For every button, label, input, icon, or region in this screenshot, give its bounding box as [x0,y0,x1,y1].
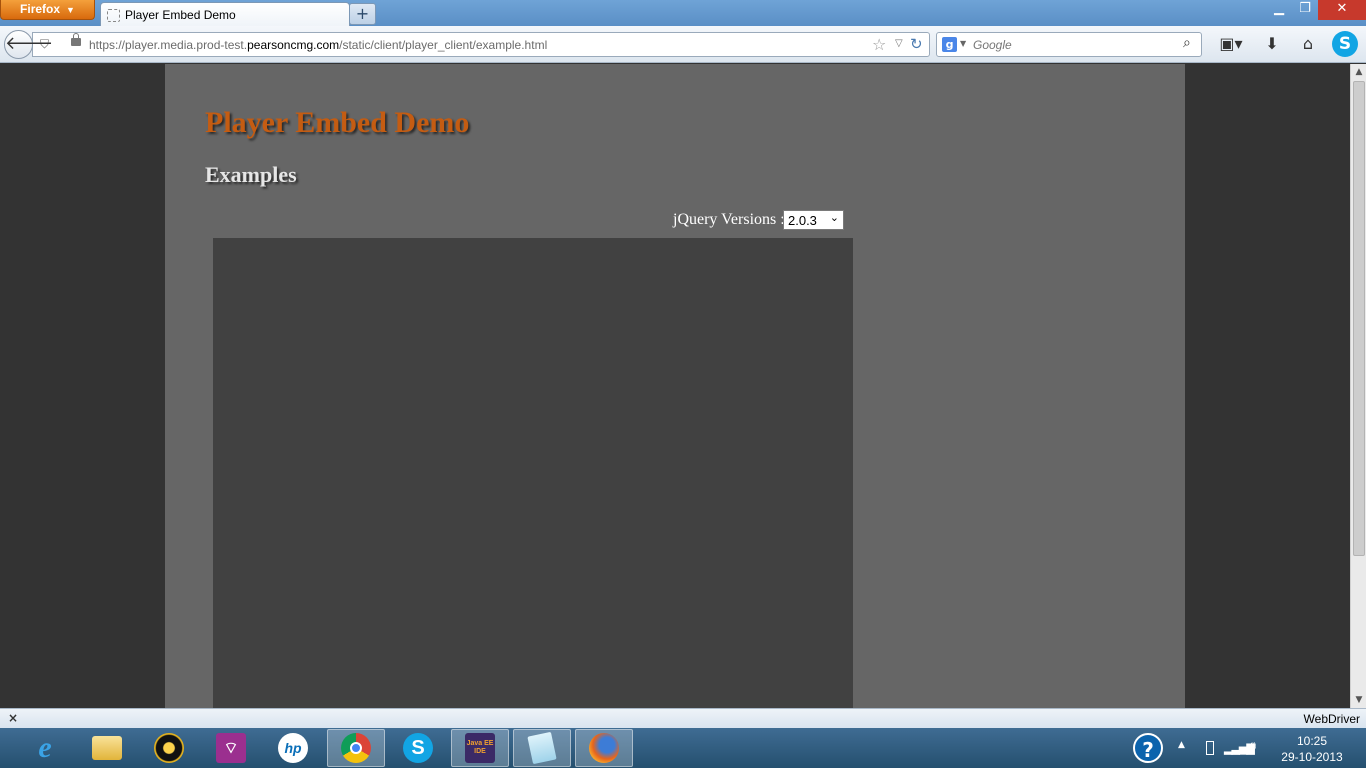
reload-icon[interactable]: ↻ [910,35,923,53]
firefox-menu-label: Firefox [20,2,61,16]
firefox-menu-button[interactable]: Firefox ▼ [0,0,95,20]
address-bar[interactable]: ⛉ https://player.media.prod-test.pearson… [32,32,930,57]
jquery-versions-label: jQuery Versions : [673,211,785,228]
new-tab-button[interactable]: + [349,3,376,25]
maximize-button[interactable]: ❐ [1292,0,1318,20]
url-text[interactable]: https://player.media.prod-test.pearsoncm… [89,38,547,52]
url-domain: pearsoncmg.com [247,38,340,52]
tab-label: Player Embed Demo [125,8,236,22]
history-dropdown-icon[interactable]: ▽ [895,38,903,49]
search-placeholder: Google [973,38,1012,52]
lock-icon [71,33,81,46]
page-viewport: Player Embed Demo Examples jQuery Versio… [0,64,1350,708]
battery-icon[interactable] [1206,741,1214,755]
chevron-down-icon: ▼ [66,5,75,15]
java-ee-ide-icon: Java EE IDE [465,733,495,763]
taskbar-file-explorer[interactable] [78,729,136,767]
clock-time[interactable]: 10:25 [1282,734,1342,748]
tab-player-embed-demo[interactable]: Player Embed Demo [100,2,350,28]
internet-explorer-icon: e [38,731,52,764]
taskbar-remote-connect[interactable]: ⌔ [202,729,260,767]
bookmarks-menu-button[interactable]: ▣▾ [1216,34,1246,53]
back-button[interactable]: 🡐 [4,30,53,59]
folder-icon [92,736,122,760]
bookmark-star-icon[interactable]: ☆ [872,35,886,54]
search-bar[interactable]: g ▼ Google ⌕ [936,32,1202,57]
taskbar-firefox[interactable] [575,729,633,767]
examples-heading: Examples [205,162,297,187]
search-icon[interactable]: ⌕ [1183,35,1191,51]
taskbar-notepad[interactable] [513,729,571,767]
player-container[interactable] [213,238,853,708]
taskbar-skype[interactable]: S [389,729,447,767]
skype-addon-icon[interactable]: S [1332,31,1358,57]
home-icon[interactable]: ⌂ [1297,34,1319,53]
taskbar-hp[interactable]: hp [264,729,322,767]
search-engine-dropdown-icon[interactable]: ▼ [960,39,966,48]
taskbar-java-ee-ide[interactable]: Java EE IDE [451,729,509,767]
navigation-toolbar: ⛉ https://player.media.prod-test.pearson… [0,26,1366,63]
url-prefix: https://player.media.prod-test. [89,38,248,52]
close-window-button[interactable]: ✕ [1318,0,1366,20]
help-icon[interactable]: ? [1133,733,1163,763]
clock-date[interactable]: 29-10-2013 [1278,750,1346,764]
taskbar-chrome[interactable] [327,729,385,767]
blank-page-icon [107,9,120,22]
taskbar-internet-explorer[interactable]: e [16,729,74,767]
taskbar-media-player[interactable] [140,729,198,767]
media-player-icon [154,733,184,763]
skype-icon: S [403,733,433,763]
volume-icon[interactable]: 🔊︎ [1248,739,1256,754]
scroll-up-arrow-icon[interactable]: ▲ [1351,64,1366,80]
scroll-down-arrow-icon[interactable]: ▼ [1351,692,1366,708]
show-hidden-icons-icon[interactable]: ▲ [1178,740,1185,750]
chevron-down-icon: ⌄ [829,212,839,224]
page-title: Player Embed Demo [205,106,470,139]
close-addon-bar-icon[interactable]: × [8,711,18,725]
firefox-icon [589,733,619,763]
title-bar: Firefox ▼ Player Embed Demo + ▁ ❐ ✕ [0,0,1366,28]
url-path: /static/client/player_client/example.htm… [339,38,548,52]
download-icon[interactable]: ⬇ [1262,34,1282,53]
webdriver-label: WebDriver [1303,712,1360,726]
vertical-scrollbar[interactable]: ▲ ▼ [1350,64,1366,708]
notepad-icon [527,731,557,765]
chrome-icon [341,733,371,763]
addon-bar: × WebDriver [0,708,1366,728]
scrollbar-thumb[interactable] [1353,81,1365,556]
wireless-display-icon: ⌔ [216,733,246,763]
hp-icon: hp [278,733,308,763]
jquery-version-select[interactable]: 2.0.3 ⌄ [783,210,844,230]
windows-taskbar: e ⌔ hp S Java EE IDE ? ▲ ▂▃▅▇ 🔊︎ 10:25 2… [0,728,1366,768]
page-container: Player Embed Demo Examples jQuery Versio… [165,64,1185,708]
jquery-version-value: 2.0.3 [788,213,817,228]
google-icon[interactable]: g [942,37,957,52]
minimize-button[interactable]: ▁ [1266,0,1292,20]
